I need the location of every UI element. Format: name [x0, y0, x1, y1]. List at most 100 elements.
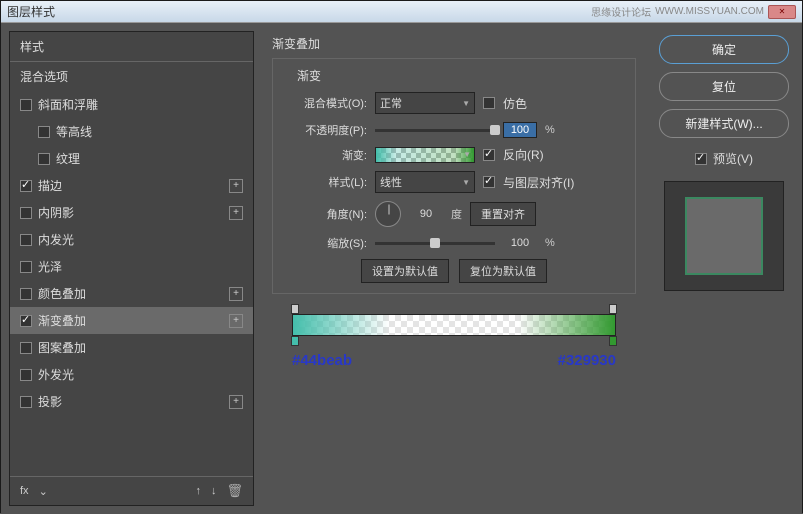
styles-header[interactable]: 样式: [10, 32, 253, 61]
style-checkbox[interactable]: [20, 261, 32, 273]
opacity-unit: %: [545, 124, 555, 136]
style-item-7[interactable]: 颜色叠加 +: [10, 280, 253, 307]
blend-mode-select[interactable]: 正常▼: [375, 92, 475, 114]
color-stop-right[interactable]: [609, 336, 617, 346]
reverse-checkbox[interactable]: [483, 149, 495, 161]
style-label: 内阴影: [38, 204, 74, 221]
style-checkbox[interactable]: [20, 288, 32, 300]
preview-label: 预览(V): [713, 150, 753, 167]
arrow-down-icon[interactable]: ↓: [211, 485, 217, 497]
opacity-slider[interactable]: [375, 129, 495, 132]
style-label: 外发光: [38, 366, 74, 383]
gradient-bar[interactable]: [292, 314, 616, 336]
plus-icon[interactable]: +: [229, 314, 243, 328]
arrow-up-icon[interactable]: ↑: [195, 485, 201, 497]
style-item-8[interactable]: 渐变叠加 +: [10, 307, 253, 334]
ok-button[interactable]: 确定: [659, 35, 789, 64]
color-left-label: #44beab: [292, 352, 352, 369]
style-checkbox[interactable]: [20, 234, 32, 246]
dither-checkbox[interactable]: [483, 97, 495, 109]
chevron-down-icon: ▼: [462, 99, 470, 108]
style-item-9[interactable]: 图案叠加: [10, 334, 253, 361]
style-label: 颜色叠加: [38, 285, 86, 302]
scale-label: 缩放(S):: [287, 235, 367, 251]
gradient-overlay-panel: 渐变叠加 渐变 混合模式(O): 正常▼ 仿色 不透明度(P): 100 % 渐…: [262, 31, 646, 506]
style-checkbox[interactable]: [20, 342, 32, 354]
preview-swatch: [685, 197, 763, 275]
watermark-text: 思缘设计论坛: [591, 4, 651, 19]
style-item-4[interactable]: 内阴影 +: [10, 199, 253, 226]
angle-input[interactable]: 90: [409, 208, 443, 220]
layer-style-dialog: 图层样式 思缘设计论坛 WWW.MISSYUAN.COM ✕ 样式 混合选项 斜…: [0, 0, 803, 513]
style-checkbox[interactable]: [20, 99, 32, 111]
styles-panel: 样式 混合选项 斜面和浮雕等高线纹理描边 + 内阴影 + 内发光光泽颜色叠加 + 渐变叠加 +…: [9, 31, 254, 506]
set-default-button[interactable]: 设置为默认值: [361, 259, 449, 283]
style-label: 描边: [38, 177, 62, 194]
preview-checkbox[interactable]: [695, 153, 707, 165]
style-item-5[interactable]: 内发光: [10, 226, 253, 253]
angle-label: 角度(N):: [287, 206, 367, 222]
style-checkbox[interactable]: [20, 207, 32, 219]
style-checkbox[interactable]: [20, 396, 32, 408]
plus-icon[interactable]: +: [229, 395, 243, 409]
gradient-editor: #44beab #329930: [292, 314, 616, 369]
gradient-fieldset: 渐变 混合模式(O): 正常▼ 仿色 不透明度(P): 100 % 渐变: ▼: [272, 58, 636, 294]
align-label: 与图层对齐(I): [503, 174, 574, 191]
angle-unit: 度: [451, 206, 462, 222]
window-title: 图层样式: [7, 3, 591, 20]
scale-slider[interactable]: [375, 242, 495, 245]
reset-default-button[interactable]: 复位为默认值: [459, 259, 547, 283]
style-item-6[interactable]: 光泽: [10, 253, 253, 280]
style-label: 斜面和浮雕: [38, 96, 98, 113]
blend-options-header[interactable]: 混合选项: [10, 62, 253, 91]
style-item-10[interactable]: 外发光: [10, 361, 253, 388]
opacity-label: 不透明度(P):: [287, 122, 367, 138]
plus-icon[interactable]: +: [229, 206, 243, 220]
cancel-button[interactable]: 复位: [659, 72, 789, 101]
style-label: 投影: [38, 393, 62, 410]
trash-icon[interactable]: 🗑: [226, 483, 243, 499]
action-panel: 确定 复位 新建样式(W)... 预览(V): [654, 31, 794, 506]
align-checkbox[interactable]: [483, 176, 495, 188]
panel-title: 渐变叠加: [272, 35, 636, 52]
plus-icon[interactable]: +: [229, 287, 243, 301]
style-checkbox[interactable]: [38, 126, 50, 138]
dialog-content: 样式 混合选项 斜面和浮雕等高线纹理描边 + 内阴影 + 内发光光泽颜色叠加 + 渐变叠加 +…: [1, 23, 802, 514]
style-label: 光泽: [38, 258, 62, 275]
angle-dial[interactable]: [375, 201, 401, 227]
opacity-stop-right[interactable]: [609, 304, 617, 314]
watermark-url: WWW.MISSYUAN.COM: [655, 6, 764, 17]
chevron-down-icon: ▼: [462, 178, 470, 187]
style-item-0[interactable]: 斜面和浮雕: [10, 91, 253, 118]
style-checkbox[interactable]: [20, 369, 32, 381]
chevron-down-icon: ▼: [463, 150, 471, 159]
plus-icon[interactable]: +: [229, 179, 243, 193]
style-item-2[interactable]: 纹理: [10, 145, 253, 172]
style-label: 图案叠加: [38, 339, 86, 356]
color-right-label: #329930: [558, 352, 616, 369]
scale-unit: %: [545, 237, 555, 249]
style-checkbox[interactable]: [38, 153, 50, 165]
scale-input[interactable]: 100: [503, 237, 537, 249]
reset-align-button[interactable]: 重置对齐: [470, 202, 536, 226]
dither-label: 仿色: [503, 95, 527, 112]
opacity-stop-left[interactable]: [291, 304, 299, 314]
new-style-button[interactable]: 新建样式(W)...: [659, 109, 789, 138]
style-select[interactable]: 线性▼: [375, 171, 475, 193]
color-stop-left[interactable]: [291, 336, 299, 346]
style-item-3[interactable]: 描边 +: [10, 172, 253, 199]
fx-label[interactable]: fx: [20, 485, 29, 497]
style-item-1[interactable]: 等高线: [10, 118, 253, 145]
style-label: 渐变叠加: [38, 312, 86, 329]
fx-chevron-icon[interactable]: ⌄: [39, 485, 48, 498]
preview-box: [664, 181, 784, 291]
style-checkbox[interactable]: [20, 315, 32, 327]
style-label: 纹理: [56, 150, 80, 167]
style-item-11[interactable]: 投影 +: [10, 388, 253, 415]
blend-mode-label: 混合模式(O):: [287, 95, 367, 111]
close-icon[interactable]: ✕: [768, 5, 796, 19]
style-checkbox[interactable]: [20, 180, 32, 192]
gradient-picker[interactable]: ▼: [375, 147, 475, 163]
style-label: 等高线: [56, 123, 92, 140]
opacity-input[interactable]: 100: [503, 122, 537, 138]
